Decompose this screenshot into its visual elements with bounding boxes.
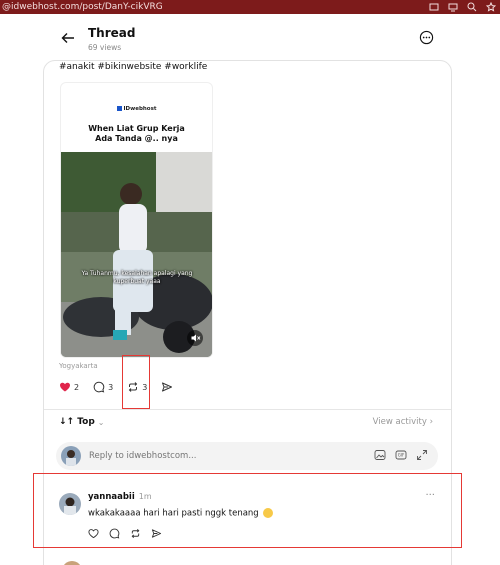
view-count: 69 views [88, 43, 122, 52]
sort-label: Top [77, 417, 95, 427]
comment-highlight-box [33, 473, 462, 548]
repost-highlight-box [122, 355, 150, 409]
media-title-line1: When Liat Grup Kerja [88, 124, 185, 133]
back-arrow-icon[interactable] [60, 30, 76, 46]
expand-icon[interactable] [416, 449, 428, 461]
post-hashtags[interactable]: #anakit #bikinwebsite #worklife [59, 62, 207, 72]
avatar [61, 446, 81, 466]
gif-icon[interactable]: GIF [395, 449, 407, 461]
post-media[interactable]: IDwebhost When Liat Grup Kerja Ada Tanda… [60, 82, 213, 358]
more-icon[interactable] [419, 30, 434, 45]
media-title: When Liat Grup Kerja Ada Tanda @.. nya [61, 124, 212, 144]
sort-toggle[interactable]: ↓↑ Top ⌄ [59, 417, 105, 427]
sort-icon: ↓↑ [59, 417, 78, 427]
cast-icon[interactable] [448, 2, 458, 12]
like-count: 2 [74, 382, 80, 392]
reply-tools: GIF [374, 449, 428, 461]
share-icon [162, 382, 173, 392]
mute-icon[interactable] [187, 330, 203, 346]
browser-toolbar [429, 0, 496, 14]
browser-url[interactable]: @idwebhost.com/post/DanY-cikVRG [2, 2, 163, 12]
next-comment-avatar [62, 561, 82, 565]
reply-input[interactable] [89, 448, 329, 464]
view-activity-label: View activity [372, 417, 427, 427]
divider [44, 409, 451, 410]
page-title: Thread [88, 26, 136, 40]
browser-address-bar[interactable]: @idwebhost.com/post/DanY-cikVRG [0, 0, 500, 14]
post-location[interactable]: Yogyakarta [59, 362, 98, 370]
media-caption: Ya Tuhanmu, kesalahan apalagi yang kuper… [81, 270, 193, 285]
share-button[interactable] [161, 381, 176, 393]
image-icon[interactable] [374, 449, 386, 461]
comment-icon [93, 381, 105, 393]
zoom-icon[interactable] [467, 2, 477, 12]
view-activity-link[interactable]: View activity › [373, 417, 433, 427]
chevron-right-icon: › [429, 417, 433, 427]
comment-count: 3 [108, 382, 114, 392]
star-icon[interactable] [486, 2, 496, 12]
svg-text:GIF: GIF [398, 453, 405, 458]
reply-bar[interactable]: GIF [56, 442, 438, 470]
like-button[interactable]: 2 [59, 381, 79, 393]
install-icon[interactable] [429, 2, 439, 12]
media-photo [61, 152, 212, 357]
comment-button[interactable]: 3 [93, 381, 113, 393]
media-logo: IDwebhost [61, 106, 212, 112]
thread-header: Thread 69 views [0, 22, 500, 58]
media-title-line2: Ada Tanda @.. nya [95, 134, 178, 143]
heart-icon [60, 382, 70, 392]
chevron-down-icon: ⌄ [97, 417, 105, 427]
next-comment-partial [60, 558, 260, 565]
